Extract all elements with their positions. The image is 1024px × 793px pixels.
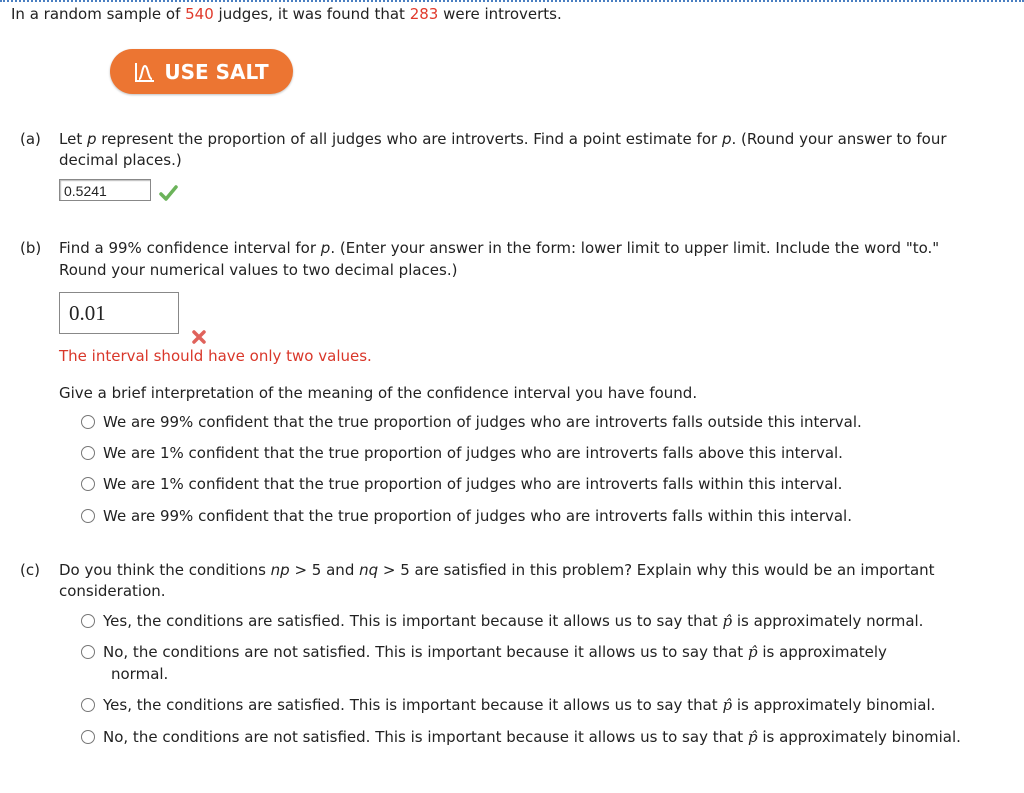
option-conditions-1[interactable]: Yes, the conditions are satisfied. This … bbox=[103, 612, 923, 630]
top-border bbox=[0, 0, 1024, 2]
part-b-question: Find a 99% confidence interval for p. (E… bbox=[59, 239, 940, 257]
radio-conditions-1[interactable] bbox=[81, 614, 95, 628]
interpretation-prompt: Give a brief interpretation of the meani… bbox=[59, 384, 698, 402]
error-message: The interval should have only two values… bbox=[59, 347, 372, 365]
option-conditions-2[interactable]: No, the conditions are not satisfied. Th… bbox=[103, 643, 887, 661]
radio-interpretation-1[interactable] bbox=[81, 415, 95, 429]
option-interpretation-3[interactable]: We are 1% confident that the true propor… bbox=[103, 475, 842, 493]
option-conditions-2-line2: normal. bbox=[111, 665, 169, 683]
radio-conditions-2[interactable] bbox=[81, 645, 95, 659]
radio-interpretation-4[interactable] bbox=[81, 509, 95, 523]
success-count: 283 bbox=[409, 5, 439, 23]
part-a-question: Let p represent the proportion of all ju… bbox=[59, 130, 947, 148]
part-a-label: (a) bbox=[20, 130, 41, 148]
option-interpretation-4[interactable]: We are 99% confident that the true propo… bbox=[103, 507, 852, 525]
option-interpretation-1[interactable]: We are 99% confident that the true propo… bbox=[103, 413, 862, 431]
radio-conditions-4[interactable] bbox=[81, 730, 95, 744]
option-conditions-4[interactable]: No, the conditions are not satisfied. Th… bbox=[103, 728, 961, 746]
use-salt-button[interactable]: USE SALT bbox=[110, 49, 293, 94]
part-b-question-line2: Round your numerical values to two decim… bbox=[59, 261, 458, 279]
part-c-label: (c) bbox=[20, 561, 40, 579]
checkmark-icon bbox=[159, 185, 178, 201]
point-estimate-input[interactable]: 0.5241 bbox=[59, 179, 151, 201]
radio-conditions-3[interactable] bbox=[81, 698, 95, 712]
x-mark-icon bbox=[192, 330, 206, 344]
confidence-interval-input[interactable]: 0.01 bbox=[59, 292, 179, 334]
sample-size: 540 bbox=[185, 5, 214, 23]
radio-interpretation-2[interactable] bbox=[81, 446, 95, 460]
part-b-label: (b) bbox=[20, 239, 42, 257]
radio-interpretation-3[interactable] bbox=[81, 477, 95, 491]
option-conditions-3[interactable]: Yes, the conditions are satisfied. This … bbox=[103, 696, 935, 714]
part-c-question-line2: consideration. bbox=[59, 582, 166, 600]
option-interpretation-2[interactable]: We are 1% confident that the true propor… bbox=[103, 444, 843, 462]
bell-curve-icon bbox=[135, 62, 155, 82]
part-a-question-line2: decimal places.) bbox=[59, 151, 182, 169]
problem-statement: In a random sample of 540 judges, it was… bbox=[11, 5, 562, 23]
part-c-question: Do you think the conditions np > 5 and n… bbox=[59, 561, 935, 579]
